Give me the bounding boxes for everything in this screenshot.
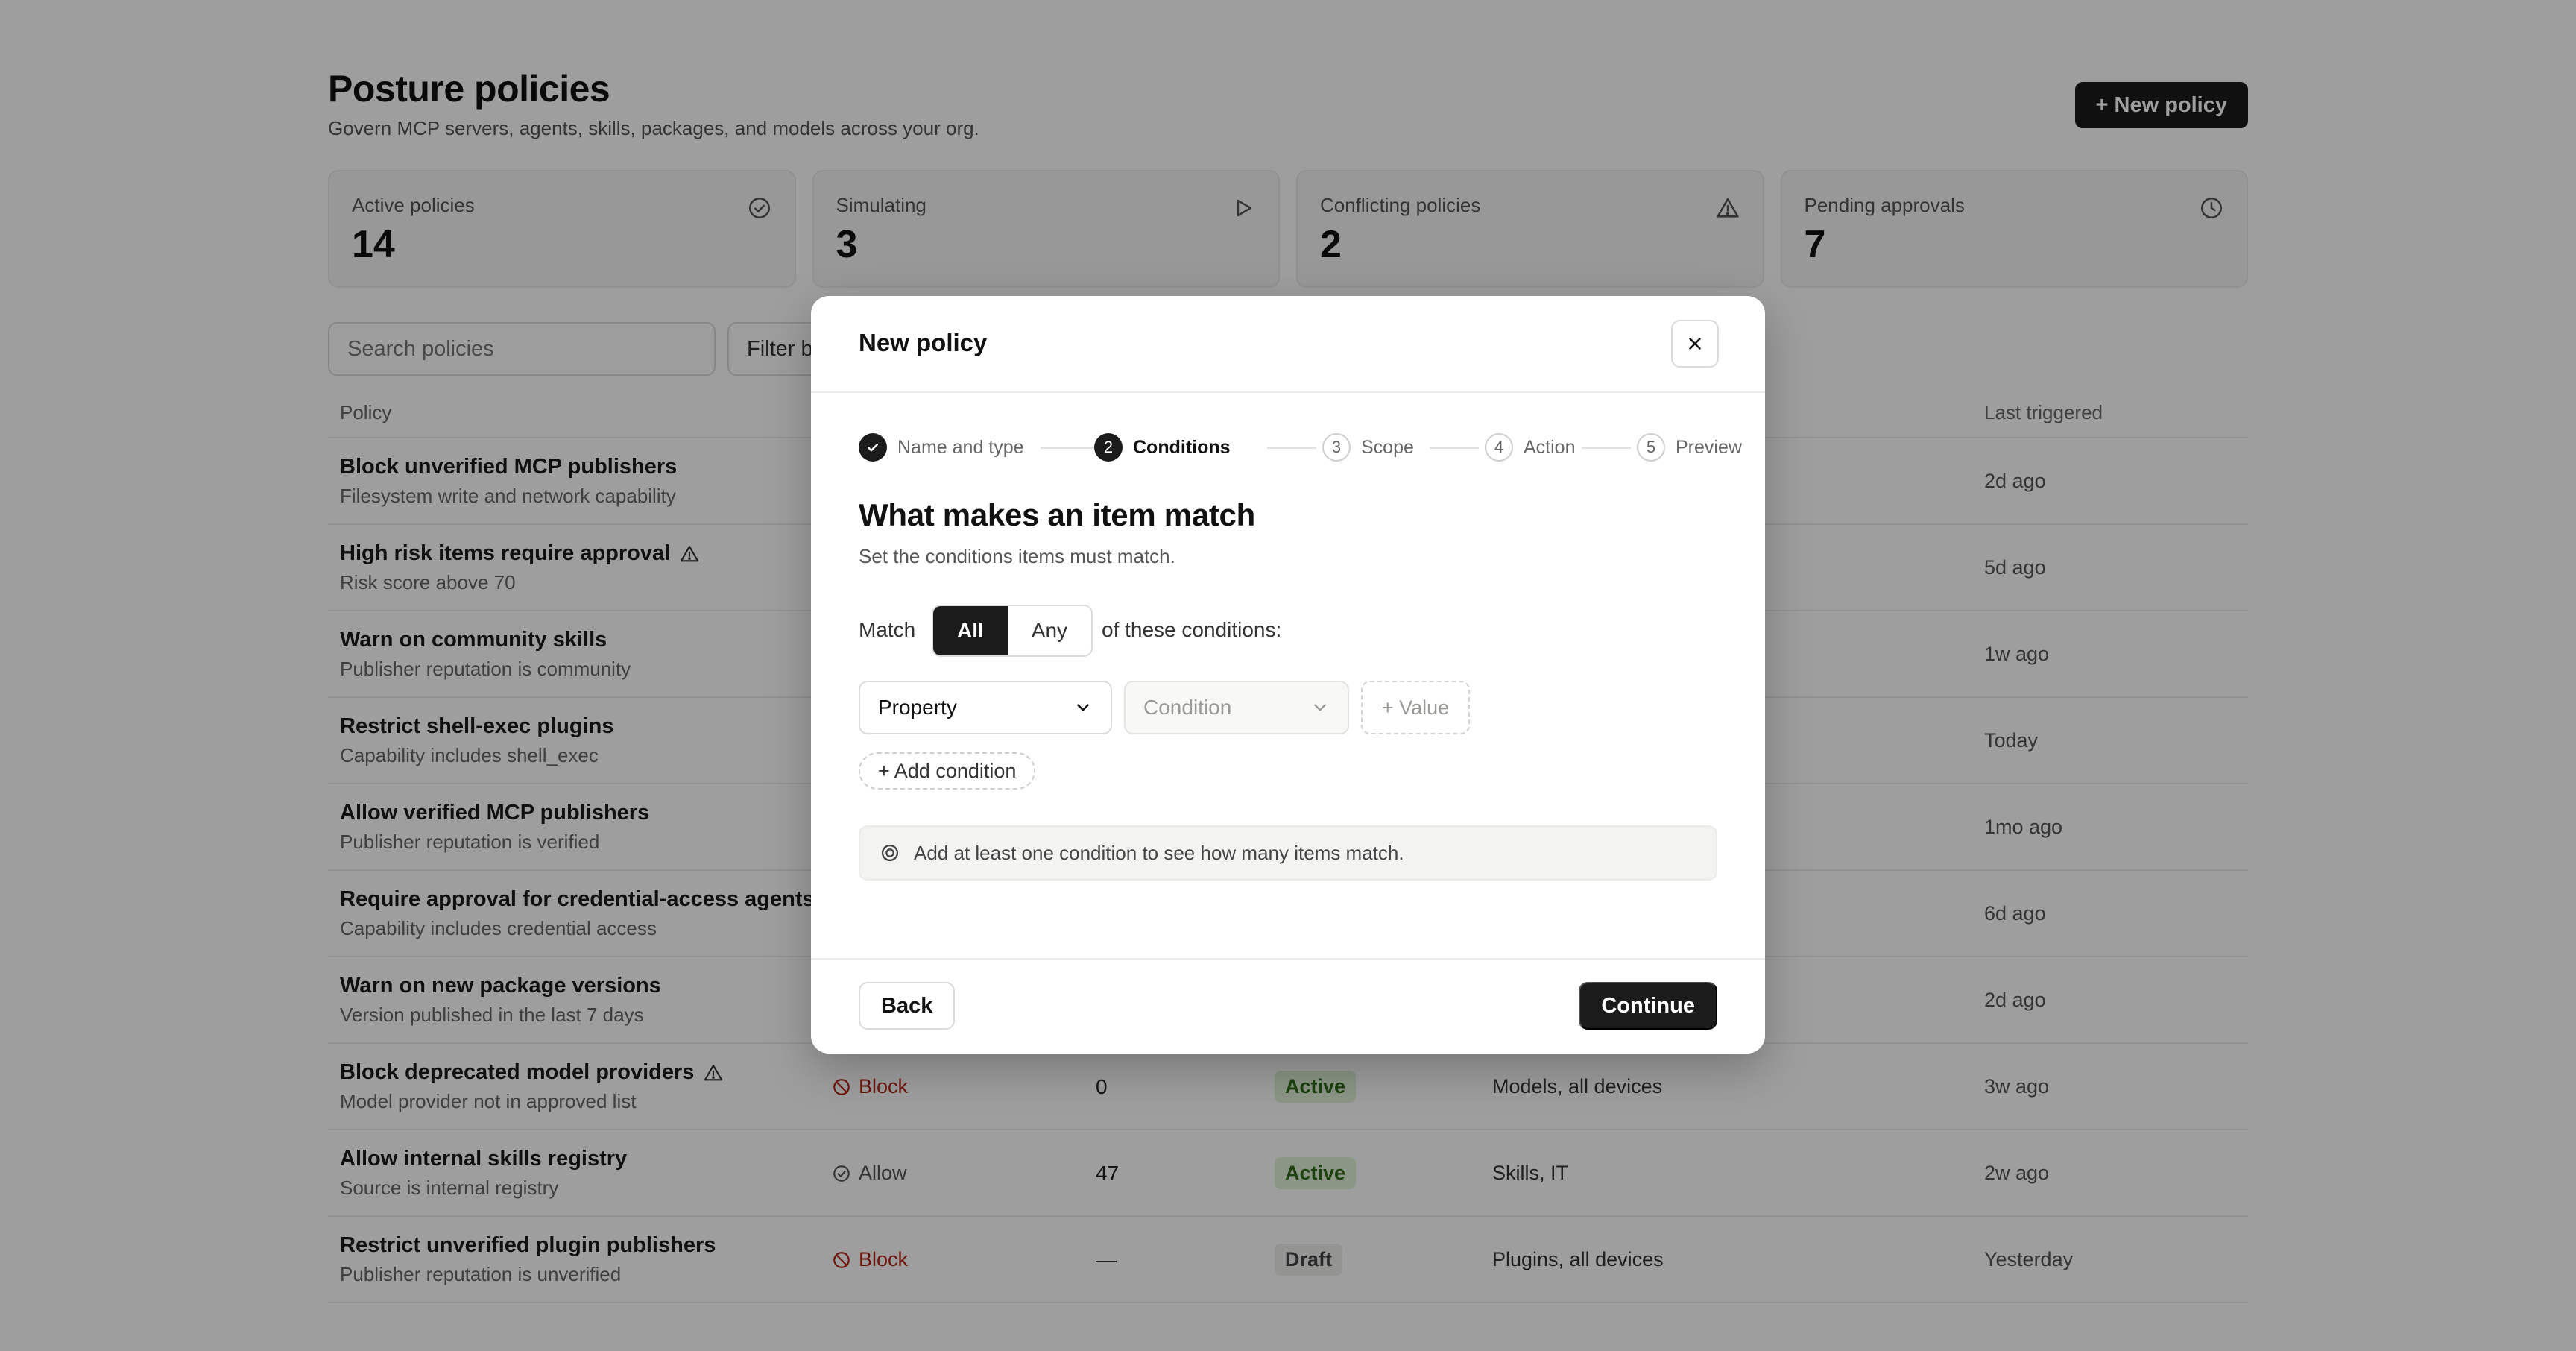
condition-select[interactable]: Condition xyxy=(1124,681,1349,734)
match-label: Match xyxy=(859,618,916,641)
add-condition-button[interactable]: + Add condition xyxy=(859,752,1036,790)
match-suffix: of these conditions: xyxy=(1102,618,1282,641)
add-value-button[interactable]: + Value xyxy=(1361,681,1470,734)
new-policy-dialog: New policy Name and type 2 Conditions 3 xyxy=(811,296,1765,1054)
section-subtitle: Set the conditions items must match. xyxy=(859,545,1175,567)
check-icon xyxy=(867,444,879,452)
step-label: Scope xyxy=(1361,436,1414,458)
step-circle-done xyxy=(859,433,887,462)
step-label: Conditions xyxy=(1133,436,1231,458)
section-title: What makes an item match xyxy=(859,497,1255,532)
step-preview[interactable]: 5 Preview xyxy=(1637,433,1742,462)
property-select-value: Property xyxy=(878,696,957,719)
step-number: 2 xyxy=(1094,433,1123,462)
step-label: Name and type xyxy=(897,436,1024,458)
dialog-header: New policy xyxy=(811,296,1765,393)
close-button[interactable] xyxy=(1671,320,1719,368)
condition-select-placeholder: Condition xyxy=(1143,696,1232,719)
step-action[interactable]: 4 Action xyxy=(1485,433,1575,462)
match-any-option[interactable]: Any xyxy=(1007,606,1092,655)
step-name-and-type[interactable]: Name and type xyxy=(859,433,1024,462)
match-mode-row: Match All Any of these conditions: xyxy=(859,605,1717,657)
back-button[interactable]: Back xyxy=(859,982,956,1030)
step-connector xyxy=(1582,447,1631,449)
dialog-title: New policy xyxy=(859,329,988,356)
match-all-option[interactable]: All xyxy=(933,606,1008,655)
stepper: Name and type 2 Conditions 3 Scope 4 Act… xyxy=(859,433,1742,463)
chevron-down-icon xyxy=(1077,704,1089,711)
hint-text: Add at least one condition to see how ma… xyxy=(914,841,1404,864)
condition-row: Property Condition + Value xyxy=(859,681,1717,734)
property-select[interactable]: Property xyxy=(859,681,1112,734)
target-icon xyxy=(881,844,899,862)
step-number: 5 xyxy=(1637,433,1665,462)
close-icon xyxy=(1689,338,1701,350)
step-conditions[interactable]: 2 Conditions xyxy=(1094,433,1231,462)
chevron-down-icon xyxy=(1314,704,1326,711)
step-label: Action xyxy=(1524,436,1576,458)
step-number: 4 xyxy=(1485,433,1513,462)
step-connector xyxy=(1267,447,1316,449)
step-label: Preview xyxy=(1676,436,1742,458)
match-mode-toggle: All Any xyxy=(932,605,1093,657)
step-number: 3 xyxy=(1322,433,1351,462)
match-preview-hint: Add at least one condition to see how ma… xyxy=(859,825,1717,881)
page: Posture policies Govern MCP servers, age… xyxy=(0,0,2576,1351)
dialog-footer: Back Continue xyxy=(811,958,1765,1054)
step-scope[interactable]: 3 Scope xyxy=(1322,433,1414,462)
continue-button[interactable]: Continue xyxy=(1579,982,1717,1030)
step-connector xyxy=(1430,447,1479,449)
